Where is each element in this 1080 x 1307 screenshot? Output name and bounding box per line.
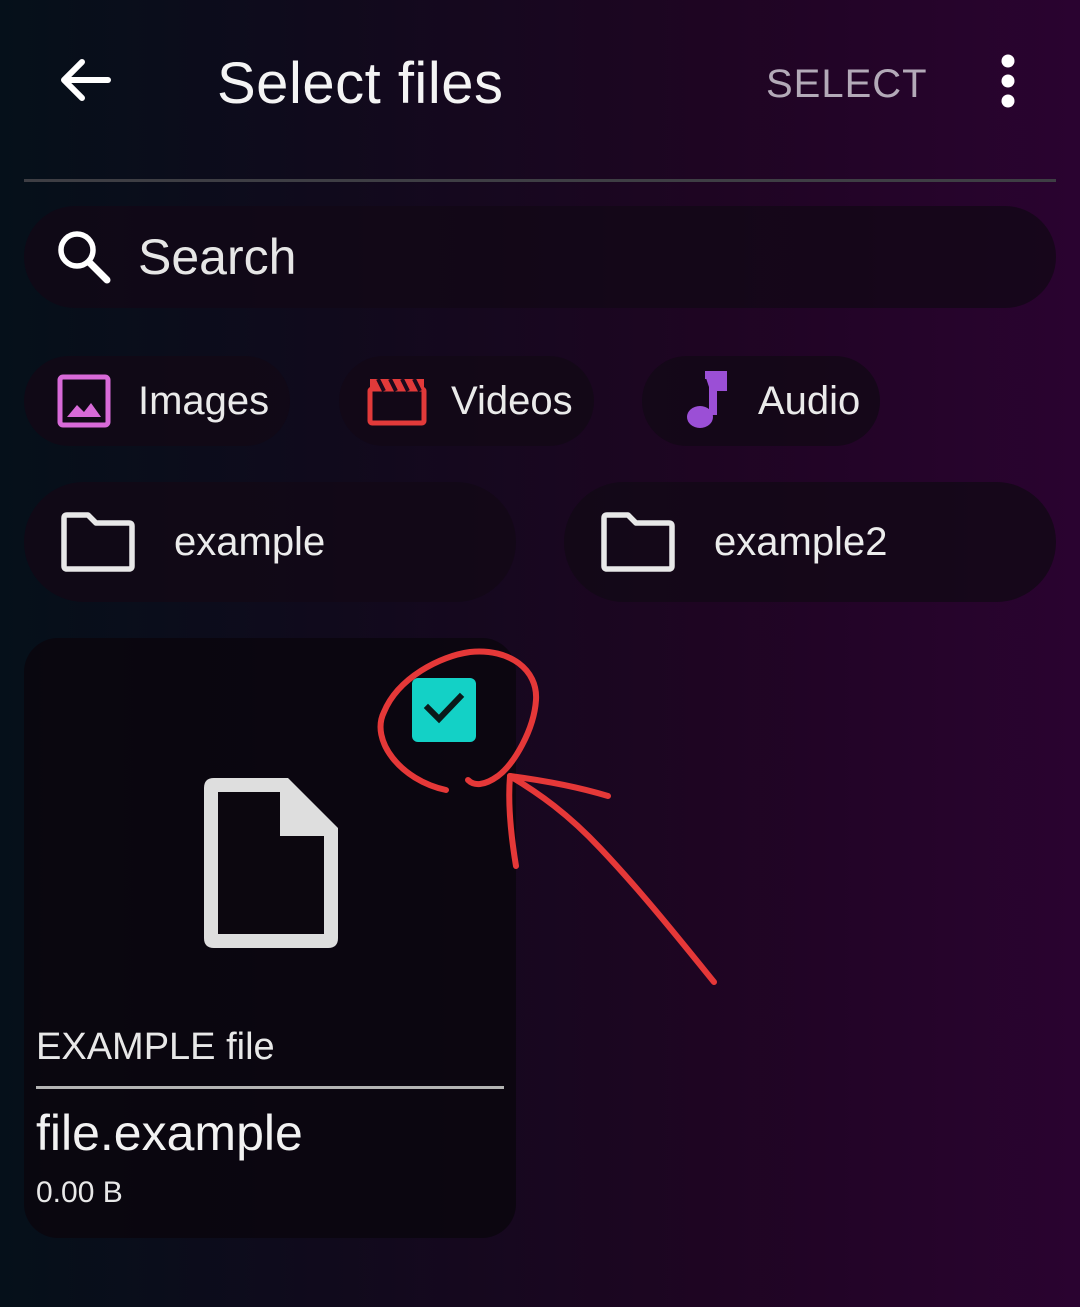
category-chip-audio[interactable]: Audio: [642, 356, 880, 446]
card-divider: [36, 1086, 504, 1089]
file-card[interactable]: EXAMPLE file file.example 0.00 B: [24, 638, 516, 1238]
search-bar[interactable]: Search: [24, 206, 1056, 308]
music-note-icon: [674, 371, 734, 431]
folder-icon: [598, 510, 678, 574]
file-size: 0.00 B: [36, 1176, 123, 1209]
file-type-label: EXAMPLE file: [36, 1026, 275, 1068]
folder-icon: [58, 510, 138, 574]
page-title: Select files: [217, 51, 504, 116]
category-chip-images[interactable]: Images: [24, 356, 290, 446]
arrow-left-icon: [56, 56, 112, 109]
more-vertical-icon: [1000, 53, 1016, 114]
more-options-button[interactable]: [984, 50, 1032, 116]
category-label: Images: [138, 378, 270, 423]
folder-example2[interactable]: example2: [564, 482, 1056, 602]
image-icon: [54, 371, 114, 431]
top-app-bar: Select files SELECT: [0, 0, 1080, 180]
search-input[interactable]: Search: [138, 228, 296, 286]
back-button[interactable]: [52, 50, 116, 114]
clapperboard-icon: [367, 371, 427, 431]
file-icon: [200, 774, 342, 952]
category-chip-videos[interactable]: Videos: [339, 356, 594, 446]
header-divider: [24, 179, 1056, 182]
annotation-arrowhead-right: [507, 773, 611, 799]
check-icon: [422, 690, 466, 731]
search-icon: [54, 227, 114, 287]
folder-label: example2: [714, 519, 888, 564]
category-label: Audio: [758, 378, 861, 423]
file-select-checkbox[interactable]: [412, 678, 476, 742]
select-button[interactable]: SELECT: [766, 58, 928, 110]
category-label: Videos: [451, 378, 573, 423]
annotation-arrow-shaft: [507, 773, 717, 985]
file-name: file.example: [36, 1105, 303, 1161]
folder-label: example: [174, 519, 326, 564]
folder-example[interactable]: example: [24, 482, 516, 602]
